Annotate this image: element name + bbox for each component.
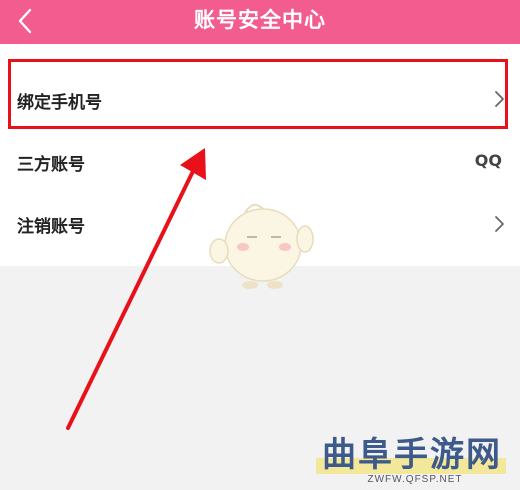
list-item-label: 注销账号 [17, 217, 85, 237]
highlight-box [8, 59, 508, 129]
header-bar: 账号安全中心 [0, 0, 520, 44]
list-item-value: QQ [474, 151, 502, 170]
watermark-url: ZWFW.QFSP.NET [367, 474, 463, 485]
list-item-third-party[interactable]: 三方账号 QQ [0, 140, 520, 184]
chevron-right-icon [495, 216, 504, 232]
page-title: 账号安全中心 [194, 8, 326, 32]
mascot-image [209, 203, 314, 289]
watermark-brand: 曲阜手游网 [322, 435, 502, 475]
list-item-label: 三方账号 [17, 155, 85, 175]
